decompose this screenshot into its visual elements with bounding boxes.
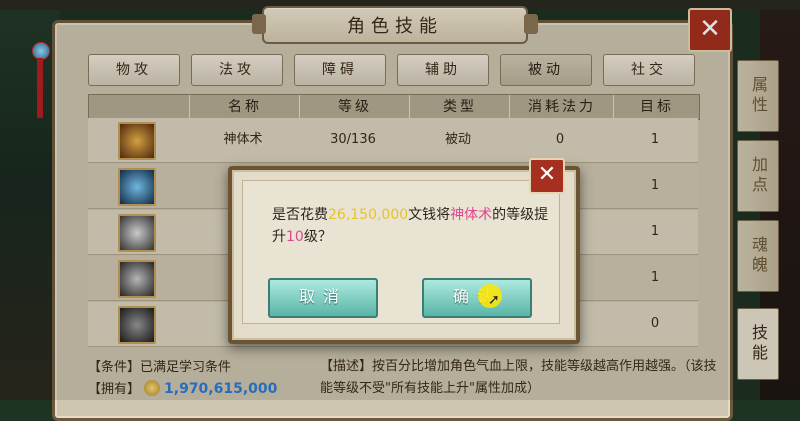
upgrade-cost: 26,150,000 <box>328 207 409 223</box>
message-prefix: 是否花费 <box>272 207 328 223</box>
close-dialog-button[interactable]: ✕ <box>529 158 565 194</box>
confirm-button[interactable]: 确认 <box>422 278 532 318</box>
cursor-arrow-icon: ➚ <box>488 292 500 308</box>
message-mid: 文钱将 <box>408 207 451 223</box>
cancel-button[interactable]: 取消 <box>268 278 378 318</box>
level-increase: 10 <box>286 229 304 245</box>
skill-name-highlight: 神体术 <box>450 207 493 223</box>
dialog-message: 是否花费26,150,000文钱将神体术的等级提升10级？ <box>272 204 552 248</box>
message-suffix: 级？ <box>303 229 332 245</box>
